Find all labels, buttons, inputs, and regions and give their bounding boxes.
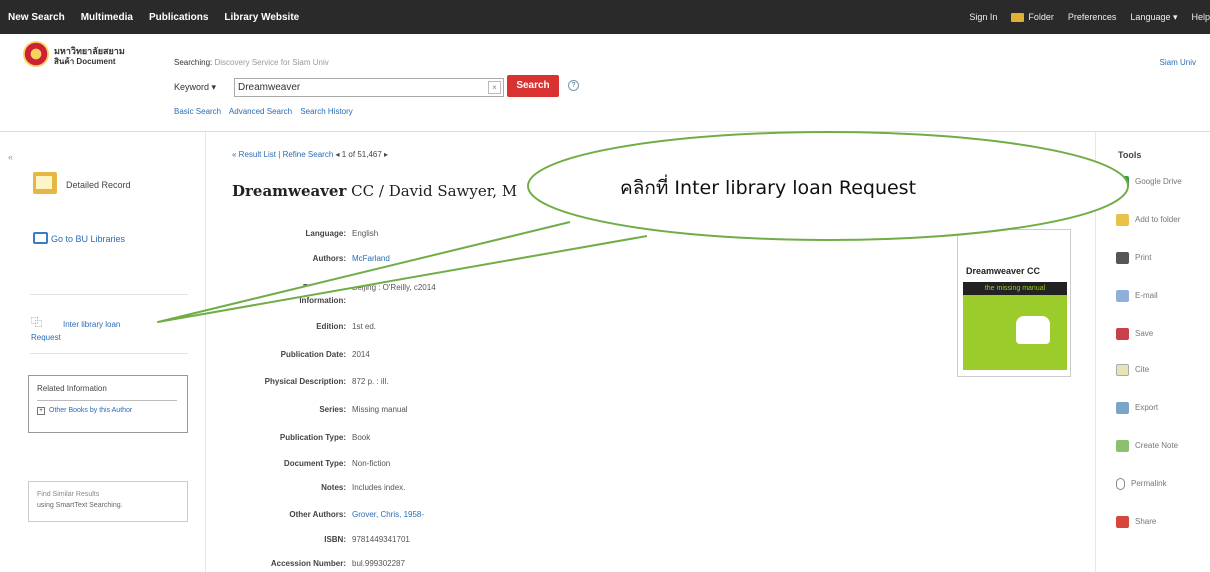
callout-annotation (157, 131, 1129, 323)
callout-text: คลิกที่ Inter library loan Request (620, 177, 917, 199)
callout-pointer (157, 221, 648, 323)
